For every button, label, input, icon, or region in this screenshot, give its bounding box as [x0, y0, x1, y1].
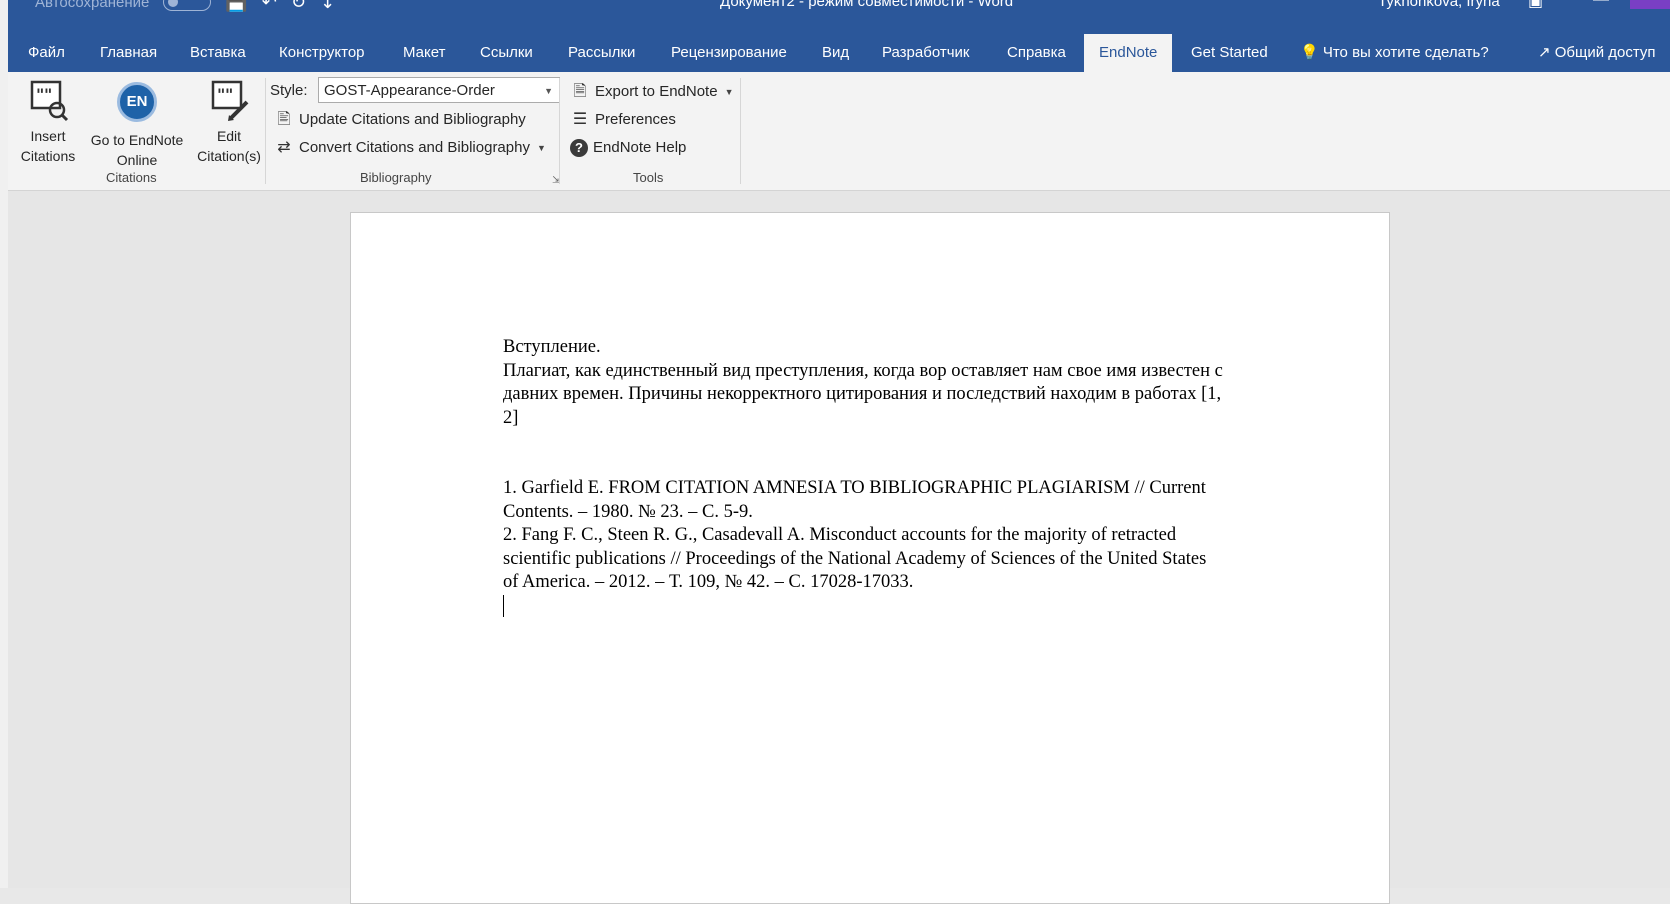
body-paragraph: Плагиат, как единственный вид преступлен… [503, 360, 1223, 428]
chevron-down-icon: ▼ [536, 143, 546, 153]
tab-view[interactable]: Вид [820, 34, 851, 72]
sliders-icon: ☰ [572, 111, 588, 128]
edit-citations-label-1: Edit [216, 128, 242, 144]
bibliography-group-label: Bibliography [360, 170, 432, 185]
tab-developer[interactable]: Разработчик [880, 34, 971, 72]
edit-citations-label-2: Citation(s) [197, 148, 261, 164]
autosave-label: Автосохранение [35, 0, 150, 11]
tab-references[interactable]: Ссылки [478, 34, 535, 72]
insert-citation-icon: " " [30, 80, 69, 122]
tab-file[interactable]: Файл [26, 34, 67, 72]
document-title: Документ2 - режим совместимости - Word [720, 0, 1014, 10]
undo-icon[interactable]: ↶ [262, 0, 277, 11]
title-bar: Автосохранение 💾 ↶ ↻ ↧ Документ2 - режим… [8, 0, 1670, 12]
insert-citations-label-2: Citations [20, 148, 76, 164]
update-citations-label: Update Citations and Bibliography [299, 111, 526, 128]
export-icon: 🗎 [573, 83, 587, 100]
endnote-help-button[interactable]: ? EndNote Help [570, 136, 686, 160]
update-bibliography-icon: 🖹 [277, 111, 291, 128]
style-label: Style: [270, 82, 308, 99]
tab-design[interactable]: Конструктор [277, 34, 367, 72]
tell-me-search[interactable]: 💡 Что вы хотите сделать? [1300, 34, 1489, 72]
go-to-endnote-label-2: Online [116, 152, 158, 168]
share-label: Общий доступ [1554, 44, 1656, 61]
citations-group-label: Citations [106, 170, 157, 185]
style-dropdown[interactable]: GOST-Appearance-Order ▼ [318, 77, 560, 103]
tab-help[interactable]: Справка [1005, 34, 1068, 72]
endnote-help-label: EndNote Help [593, 139, 687, 156]
customize-qat-icon[interactable]: ↧ [320, 0, 335, 11]
endnote-badge: EN [117, 82, 157, 122]
edit-citation-icon: " " [211, 80, 249, 121]
user-name[interactable]: Tykhonkova, Iryna [1378, 0, 1500, 10]
tools-group-label: Tools [633, 170, 664, 185]
insert-citations-button[interactable]: " " Insert Citations [12, 78, 84, 166]
svg-text:": " [225, 85, 233, 104]
tab-get-started[interactable]: Get Started [1189, 34, 1270, 72]
minimize-icon[interactable]: — [1593, 0, 1609, 9]
overlay-accent [1630, 0, 1670, 9]
export-to-endnote-button[interactable]: 🗎 Export to EndNote ▼ [570, 80, 734, 104]
tab-mailings[interactable]: Рассылки [566, 34, 637, 72]
ribbon-tabs: Файл Главная Вставка Конструктор Макет С… [8, 12, 1670, 72]
convert-citations-button[interactable]: ⇄ Convert Citations and Bibliography ▼ [274, 136, 546, 160]
svg-text:": " [44, 85, 52, 104]
save-icon[interactable]: 💾 [225, 0, 247, 11]
update-citations-button[interactable]: 🖹 Update Citations and Bibliography [274, 108, 526, 132]
document-canvas: Вступление. Плагиат, как единственный ви… [8, 191, 1670, 904]
tab-endnote[interactable]: EndNote [1084, 34, 1173, 72]
share-icon: ↗ [1538, 44, 1551, 61]
empty-line [503, 430, 1223, 477]
bibliography-entry-2: 2. Fang F. C., Steen R. G., Casadevall A… [503, 525, 1207, 592]
text-cursor-line [503, 595, 1223, 619]
go-to-endnote-label-1: Go to EndNote [90, 132, 184, 148]
lightbulb-icon: 💡 [1300, 44, 1319, 61]
share-button[interactable]: ↗ Общий доступ [1538, 34, 1656, 72]
tab-review[interactable]: Рецензирование [669, 34, 789, 72]
ribbon-display-options-icon[interactable]: ▣ [1528, 0, 1543, 11]
go-to-endnote-online-button[interactable]: EN Go to EndNote Online [82, 78, 192, 170]
autosave-toggle[interactable] [163, 0, 212, 11]
tab-home[interactable]: Главная [98, 34, 159, 72]
style-dropdown-value: GOST-Appearance-Order [324, 82, 495, 99]
bibliography-entry-1: 1. Garfield E. FROM CITATION AMNESIA TO … [503, 478, 1206, 522]
tab-insert[interactable]: Вставка [188, 34, 248, 72]
heading-paragraph: Вступление. [503, 337, 601, 357]
help-icon: ? [570, 139, 588, 157]
convert-citations-icon: ⇄ [277, 139, 291, 156]
preferences-button[interactable]: ☰ Preferences [570, 108, 676, 132]
endnote-online-icon: EN [82, 82, 192, 126]
text-cursor [503, 595, 504, 618]
insert-citations-label-1: Insert [30, 128, 66, 144]
edit-citations-button[interactable]: " " Edit Citation(s) [188, 78, 270, 166]
tab-layout[interactable]: Макет [401, 34, 447, 72]
group-separator [740, 78, 741, 184]
window-left-edge [0, 0, 8, 888]
document-body[interactable]: Вступление. Плагиат, как единственный ви… [503, 336, 1223, 618]
tell-me-label: Что вы хотите сделать? [1322, 44, 1489, 61]
quick-access-toolbar: Автосохранение 💾 ↶ ↻ ↧ [35, 0, 335, 11]
preferences-label: Preferences [595, 111, 676, 128]
group-separator [559, 78, 560, 184]
group-separator [265, 78, 266, 184]
endnote-ribbon: " " Insert Citations EN Go to EndNote On… [8, 72, 1670, 191]
chevron-down-icon: ▼ [544, 86, 553, 96]
redo-icon[interactable]: ↻ [291, 0, 306, 11]
export-label: Export to EndNote [595, 83, 718, 100]
convert-citations-label: Convert Citations and Bibliography [299, 139, 530, 156]
chevron-down-icon: ▼ [724, 87, 734, 97]
document-page[interactable]: Вступление. Плагиат, как единственный ви… [350, 212, 1390, 904]
